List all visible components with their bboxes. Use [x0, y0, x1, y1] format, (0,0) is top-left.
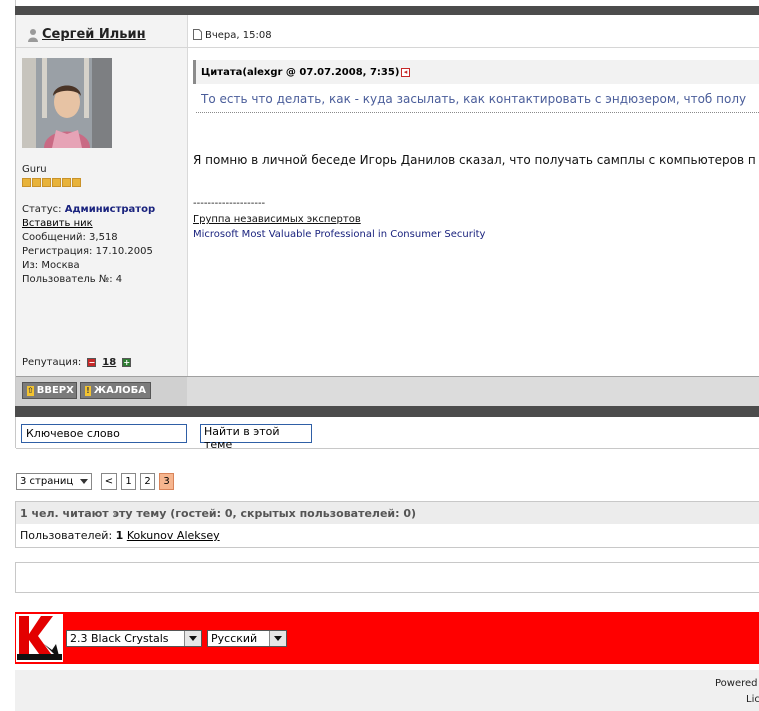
empty-panel: [15, 562, 759, 593]
skin-select-value: 2.3 Black Crystals: [70, 632, 169, 645]
skin-select[interactable]: 2.3 Black Crystals: [66, 630, 202, 647]
license-text: Lic: [746, 694, 759, 705]
reputation-plus-icon[interactable]: +: [122, 358, 132, 367]
report-button[interactable]: ! ЖАЛОБА: [80, 382, 151, 399]
user-from: Из: Москва: [22, 260, 80, 271]
kaspersky-logo: [16, 614, 63, 662]
document-icon: [193, 29, 202, 40]
user-rank: Guru: [22, 164, 47, 175]
post-top-bar: [15, 6, 759, 15]
post-body: Я помню в личной беседе Игорь Данилов ск…: [193, 153, 756, 167]
quote-text: То есть что делать, как - куда засылать,…: [201, 92, 747, 106]
avatar[interactable]: [22, 58, 112, 148]
page-current: 3: [159, 473, 174, 490]
readers-users-label: Пользователей:: [20, 529, 113, 542]
kaspersky-logo-icon: [16, 614, 63, 662]
quote-title: Цитата(alexgr @ 07.07.2008, 7:35): [201, 67, 400, 78]
up-button-label: ВВЕРХ: [36, 385, 74, 396]
user-info: Статус: Администратор Вставить ник Сообщ…: [22, 203, 155, 287]
chevron-down-icon: [80, 479, 88, 484]
reputation-value[interactable]: 18: [102, 357, 116, 368]
page-prev[interactable]: <: [101, 473, 117, 490]
report-button-label: ЖАЛОБА: [93, 385, 146, 396]
quote-source-icon[interactable]: ◂: [401, 68, 410, 77]
reputation-label: Репутация:: [22, 357, 82, 368]
avatar-image: [22, 58, 112, 148]
post-date: Вчера, 15:08: [205, 30, 272, 41]
post-bottom-bar: [15, 406, 759, 417]
star-icon: [62, 178, 71, 187]
chevron-down-icon: [269, 631, 286, 646]
quote-divider: [196, 112, 759, 113]
star-icon: [72, 178, 81, 187]
insert-nick-link[interactable]: Вставить ник: [22, 218, 93, 229]
post-header-divider: [16, 47, 759, 48]
exclamation-icon: !: [85, 385, 91, 396]
reputation: Репутация: − 18 +: [22, 357, 132, 368]
rank-stars: [22, 177, 82, 187]
status-value: Администратор: [64, 204, 156, 215]
pages-dropdown-label: 3 страниц: [20, 476, 74, 487]
arrow-up-icon: ⇧: [27, 385, 34, 396]
post-author-name[interactable]: Сергей Ильин: [42, 27, 146, 42]
up-button[interactable]: ⇧ ВВЕРХ: [22, 382, 77, 399]
find-in-topic-button[interactable]: Найти в этой теме: [200, 424, 312, 451]
page-link-1[interactable]: 1: [121, 473, 136, 490]
user-icon: [28, 29, 38, 42]
user-number: Пользователь №: 4: [22, 274, 123, 285]
pages-dropdown[interactable]: 3 страниц: [16, 473, 92, 490]
language-select-value: Русский: [211, 632, 258, 645]
signature-group-link[interactable]: Группа независимых экспертов: [193, 214, 361, 225]
star-icon: [22, 178, 31, 187]
active-readers-users: Пользователей: 1 Kokunov Aleksey: [20, 529, 220, 542]
reader-user-link[interactable]: Kokunov Aleksey: [127, 529, 220, 542]
active-readers-title: 1 чел. читают эту тему (гостей: 0, скрыт…: [20, 507, 417, 520]
footer: [15, 670, 759, 711]
reputation-minus-icon[interactable]: −: [87, 358, 97, 367]
star-icon: [42, 178, 51, 187]
keyword-input[interactable]: [21, 424, 187, 443]
signature-mvp: Microsoft Most Valuable Professional in …: [193, 229, 486, 240]
star-icon: [32, 178, 41, 187]
readers-users-count: 1: [115, 529, 124, 542]
user-registered: Регистрация: 17.10.2005: [22, 246, 153, 257]
status-label: Статус:: [22, 204, 62, 215]
page-link-2[interactable]: 2: [140, 473, 155, 490]
star-icon: [52, 178, 61, 187]
powered-by-text: Powered: [715, 678, 758, 689]
chevron-down-icon: [184, 631, 201, 646]
user-messages: Сообщений: 3,518: [22, 232, 118, 243]
language-select[interactable]: Русский: [207, 630, 287, 647]
signature-divider: --------------------: [193, 198, 266, 209]
